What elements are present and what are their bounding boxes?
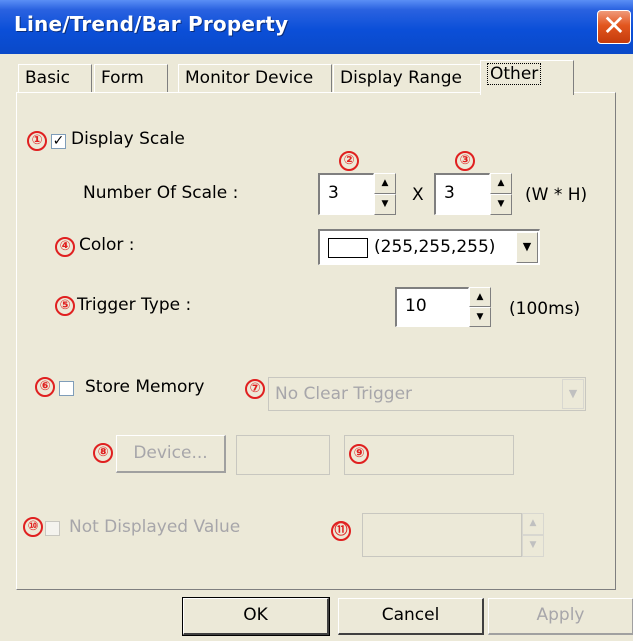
scale-height-spinner[interactable]: ▲ ▼ xyxy=(490,173,512,215)
tab-form[interactable]: Form xyxy=(94,64,168,93)
display-scale-checkbox[interactable]: ✓ xyxy=(51,134,66,149)
scale-width-input[interactable]: 3 xyxy=(318,173,374,215)
cancel-button[interactable]: Cancel xyxy=(338,598,484,635)
marker-6: ⑥ xyxy=(35,377,55,397)
number-of-scale-label: Number Of Scale : xyxy=(83,183,239,203)
marker-9: ⑨ xyxy=(349,444,369,464)
not-displayed-input[interactable] xyxy=(362,513,522,557)
not-displayed-label: Not Displayed Value xyxy=(69,517,241,537)
scale-height-down-button[interactable]: ▼ xyxy=(490,194,512,215)
apply-button[interactable]: Apply xyxy=(488,598,633,635)
marker-5: ⑤ xyxy=(55,296,75,316)
device-comment-field[interactable]: ⑨ xyxy=(344,435,514,475)
not-displayed-up-button[interactable]: ▲ xyxy=(522,513,544,535)
not-displayed-checkbox[interactable] xyxy=(45,521,60,536)
ok-button[interactable]: OK xyxy=(182,597,330,636)
trigger-type-spinner[interactable]: ▲ ▼ xyxy=(469,287,491,327)
store-memory-label: Store Memory xyxy=(85,377,205,397)
not-displayed-down-button[interactable]: ▼ xyxy=(522,535,544,557)
device-field[interactable] xyxy=(236,435,330,475)
display-scale-label: Display Scale xyxy=(71,129,185,149)
dialog-window: Line/Trend/Bar Property ✕ Basic Form Mon… xyxy=(0,0,633,641)
marker-3: ③ xyxy=(455,151,475,171)
not-displayed-spinner[interactable]: ▲ ▼ xyxy=(522,513,544,557)
marker-4: ④ xyxy=(55,237,75,257)
scale-width-down-button[interactable]: ▼ xyxy=(374,194,396,215)
scale-height-input[interactable]: 3 xyxy=(434,173,490,215)
scale-width-up-button[interactable]: ▲ xyxy=(374,173,396,194)
tab-monitor-device[interactable]: Monitor Device xyxy=(178,64,332,93)
marker-11: ⑪ xyxy=(331,521,351,541)
tab-basic[interactable]: Basic xyxy=(18,64,92,93)
tab-display-range-label: Display Range xyxy=(340,68,462,88)
tab-display-range[interactable]: Display Range xyxy=(333,64,483,93)
trigger-unit-label: (100ms) xyxy=(509,299,581,319)
tab-form-label: Form xyxy=(101,68,144,88)
tab-other[interactable]: Other xyxy=(480,60,574,95)
clear-trigger-value: No Clear Trigger xyxy=(275,384,413,404)
marker-2: ② xyxy=(339,151,359,171)
marker-10: ⑩ xyxy=(23,517,43,537)
marker-7: ⑦ xyxy=(245,379,265,399)
window-title: Line/Trend/Bar Property xyxy=(14,12,289,36)
device-button[interactable]: Device... xyxy=(116,435,226,473)
title-bar[interactable]: Line/Trend/Bar Property ✕ xyxy=(0,0,633,54)
color-swatch xyxy=(328,238,368,258)
color-label: Color : xyxy=(79,235,135,255)
chevron-down-icon[interactable]: ▼ xyxy=(562,379,584,409)
chevron-down-icon[interactable]: ▼ xyxy=(516,232,538,263)
store-memory-checkbox[interactable] xyxy=(59,381,74,396)
trigger-type-label: Trigger Type : xyxy=(77,295,192,315)
trigger-type-input[interactable]: 10 xyxy=(395,287,469,327)
color-value: (255,255,255) xyxy=(374,237,496,257)
tab-other-label: Other xyxy=(487,63,542,85)
trigger-down-button[interactable]: ▼ xyxy=(469,307,491,327)
scale-separator: X xyxy=(412,185,424,205)
marker-1: ① xyxy=(27,131,47,151)
scale-height-up-button[interactable]: ▲ xyxy=(490,173,512,194)
color-select[interactable]: (255,255,255) ▼ xyxy=(318,229,540,265)
scale-unit-label: (W * H) xyxy=(525,185,588,205)
close-button[interactable]: ✕ xyxy=(597,10,631,44)
clear-trigger-select[interactable]: No Clear Trigger ▼ xyxy=(268,377,586,411)
tab-panel-other: ① ✓ Display Scale ② ③ Number Of Scale : … xyxy=(16,92,616,590)
trigger-up-button[interactable]: ▲ xyxy=(469,287,491,307)
scale-width-spinner[interactable]: ▲ ▼ xyxy=(374,173,396,215)
tab-monitor-device-label: Monitor Device xyxy=(185,68,314,88)
marker-8: ⑧ xyxy=(93,443,113,463)
tab-basic-label: Basic xyxy=(25,68,71,88)
